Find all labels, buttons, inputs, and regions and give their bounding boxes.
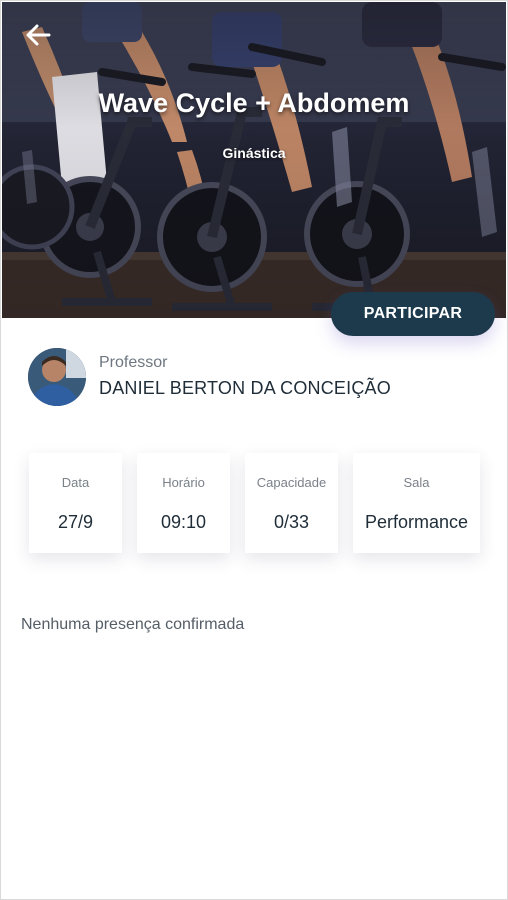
card-label: Capacidade [256,475,327,490]
professor-photo [28,348,86,406]
class-category: Ginástica [222,145,286,161]
card-label: Sala [403,475,430,490]
info-card-date: Data 27/9 [29,453,122,553]
professor-label: Professor [99,354,168,371]
attendance-empty-message: Nenhuma presença confirmada [21,616,245,633]
class-title: Wave Cycle + Abdomem [98,88,410,118]
avatar [28,348,86,406]
card-value: 27/9 [57,512,94,532]
card-value: Performance [364,512,469,532]
arrow-left-icon [26,24,51,46]
info-card-capacity: Capacidade 0/33 [245,453,338,553]
participate-button[interactable]: PARTICIPAR [331,292,495,336]
info-card-room: Sala Performance [353,453,480,553]
back-button[interactable] [20,18,56,52]
hero-image: Wave Cycle + Abdomem Ginástica [2,2,506,318]
professor-name: DANIEL BERTON DA CONCEIÇÃO [99,378,391,398]
card-value: 0/33 [273,512,310,532]
card-value: 09:10 [160,512,207,532]
card-label: Horário [162,475,205,490]
info-card-time: Horário 09:10 [137,453,230,553]
card-label: Data [61,475,90,490]
